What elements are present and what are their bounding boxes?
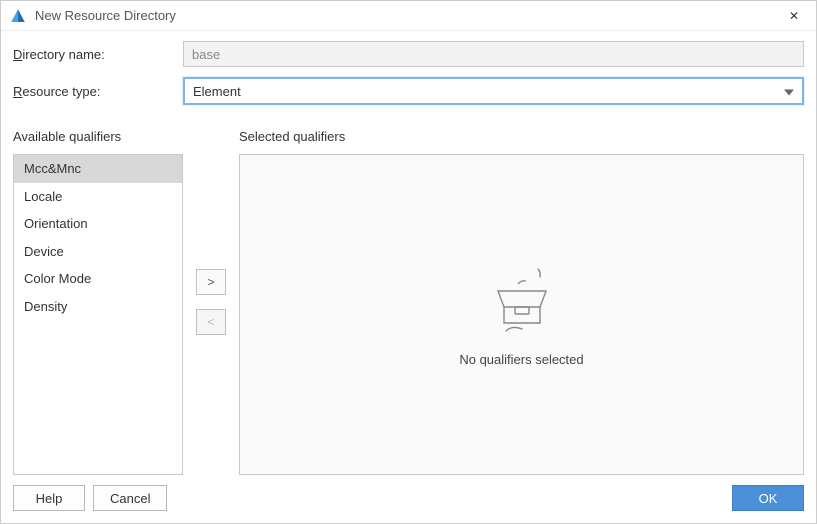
resource-type-field-wrap: Element xyxy=(183,77,804,105)
transfer-column: > < xyxy=(183,129,239,475)
window-title: New Resource Directory xyxy=(35,8,776,23)
available-list[interactable]: Mcc&MncLocaleOrientationDeviceColor Mode… xyxy=(13,154,183,475)
titlebar: New Resource Directory ✕ xyxy=(1,1,816,31)
empty-text: No qualifiers selected xyxy=(459,352,583,367)
selected-empty-panel: No qualifiers selected xyxy=(239,154,804,475)
app-logo-icon xyxy=(9,7,27,25)
selected-label: Selected qualifiers xyxy=(239,129,804,144)
empty-box-icon xyxy=(482,263,562,352)
directory-name-field-wrap xyxy=(183,41,804,67)
directory-name-row: Directory name: xyxy=(13,41,804,67)
list-item[interactable]: Device xyxy=(14,238,182,266)
close-icon: ✕ xyxy=(789,9,799,23)
resource-type-row: Resource type: Element xyxy=(13,77,804,105)
footer: Help Cancel OK xyxy=(1,475,816,523)
list-item[interactable]: Color Mode xyxy=(14,265,182,293)
ok-button[interactable]: OK xyxy=(732,485,804,511)
selected-column: Selected qualifiers No qualifiers select… xyxy=(239,129,804,475)
resource-type-label: Resource type: xyxy=(13,84,183,99)
resource-type-select[interactable]: Element xyxy=(183,77,804,105)
add-qualifier-button[interactable]: > xyxy=(196,269,226,295)
close-button[interactable]: ✕ xyxy=(776,3,812,29)
qualifiers-body: Available qualifiers Mcc&MncLocaleOrient… xyxy=(1,121,816,475)
available-column: Available qualifiers Mcc&MncLocaleOrient… xyxy=(13,129,183,475)
available-label: Available qualifiers xyxy=(13,129,183,144)
help-button[interactable]: Help xyxy=(13,485,85,511)
directory-name-label: Directory name: xyxy=(13,47,183,62)
resource-type-value: Element xyxy=(183,77,804,105)
list-item[interactable]: Orientation xyxy=(14,210,182,238)
remove-qualifier-button[interactable]: < xyxy=(196,309,226,335)
form-area: Directory name: Resource type: Element xyxy=(1,31,816,121)
list-item[interactable]: Mcc&Mnc xyxy=(14,155,182,183)
dialog-window: New Resource Directory ✕ Directory name:… xyxy=(0,0,817,524)
directory-name-input[interactable] xyxy=(183,41,804,67)
list-item[interactable]: Density xyxy=(14,293,182,321)
list-item[interactable]: Locale xyxy=(14,183,182,211)
cancel-button[interactable]: Cancel xyxy=(93,485,167,511)
